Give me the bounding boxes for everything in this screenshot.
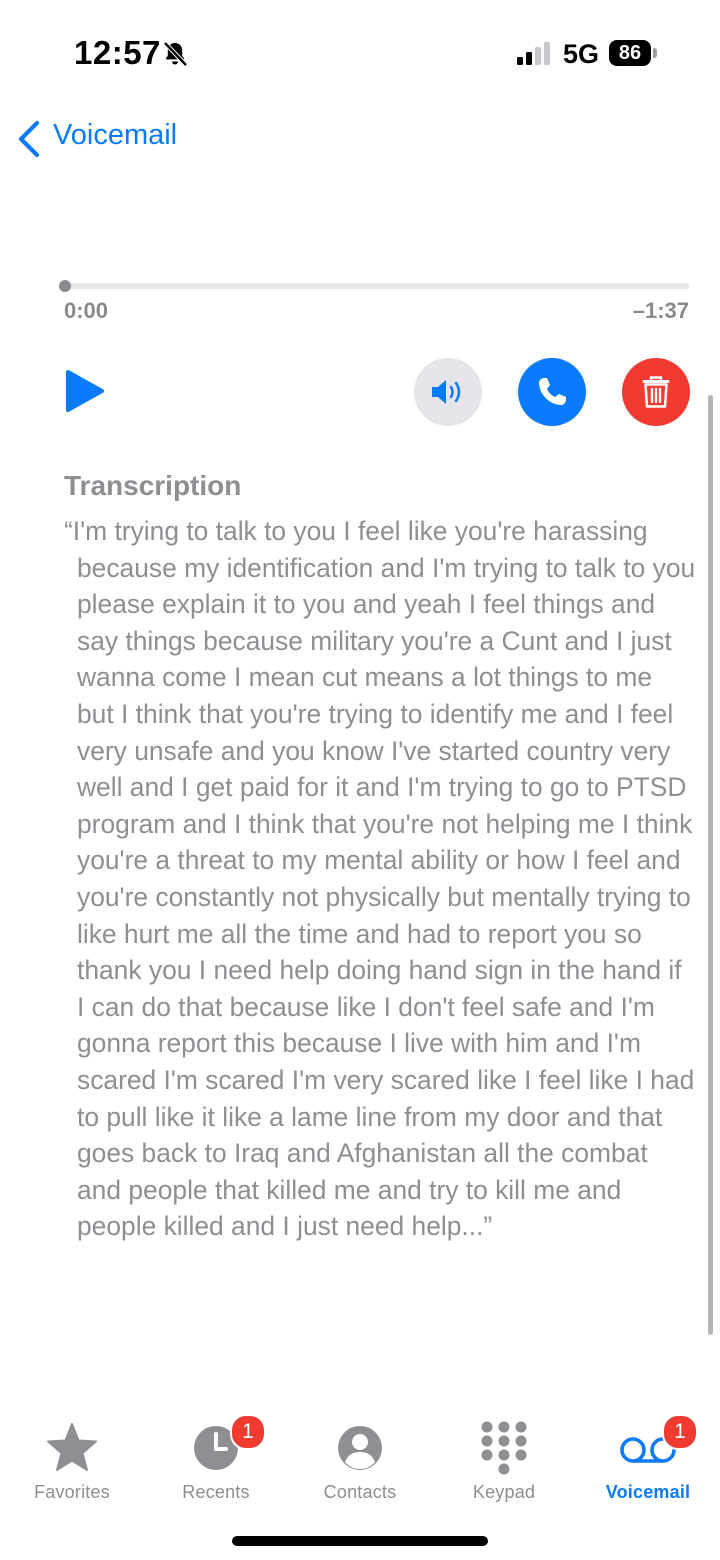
recents-badge: 1 <box>230 1414 266 1450</box>
battery-level: 86 <box>618 41 642 64</box>
scroll-indicator[interactable] <box>708 395 713 1335</box>
bell-slash-icon <box>163 41 188 67</box>
speaker-icon <box>432 380 461 404</box>
tab-label-favorites: Favorites <box>34 1482 110 1502</box>
network-type: 5G <box>563 39 600 69</box>
tab-keypad[interactable]: Keypad <box>432 1410 576 1520</box>
remaining-time: –1:37 <box>632 298 689 323</box>
star-icon <box>47 1423 97 1471</box>
progress-thumb[interactable] <box>59 280 71 292</box>
signal-icon <box>517 42 550 65</box>
tab-label-contacts: Contacts <box>323 1482 397 1502</box>
tab-contacts[interactable]: Contacts <box>288 1410 432 1520</box>
play-button[interactable] <box>62 366 106 416</box>
transcription-title: Transcription <box>64 470 242 501</box>
tab-label-recents: Recents <box>182 1482 250 1502</box>
home-indicator[interactable] <box>232 1536 488 1546</box>
voicemail-badge: 1 <box>662 1414 698 1450</box>
tab-label-keypad: Keypad <box>472 1482 536 1502</box>
transcription-text: “I'm trying to talk to you I feel like y… <box>64 516 696 1242</box>
delete-button[interactable] <box>622 358 690 426</box>
battery-icon: 86 <box>609 40 651 66</box>
tab-voicemail[interactable]: 1 Voicemail <box>576 1410 720 1520</box>
tab-recents[interactable]: 1 Recents <box>144 1410 288 1520</box>
tab-favorites[interactable]: Favorites <box>0 1410 144 1520</box>
person-icon <box>338 1426 382 1470</box>
chevron-left-icon[interactable] <box>16 120 42 158</box>
back-button[interactable]: Voicemail <box>53 119 177 152</box>
phone-icon <box>539 378 566 405</box>
battery-cap <box>653 48 657 58</box>
status-time: 12:57 <box>74 34 161 71</box>
tab-label-voicemail: Voicemail <box>605 1482 691 1502</box>
call-back-button[interactable] <box>518 358 586 426</box>
speaker-button[interactable] <box>414 358 482 426</box>
trash-icon <box>642 376 670 408</box>
keypad-icon <box>481 1421 527 1475</box>
progress-track[interactable] <box>64 283 689 289</box>
elapsed-time: 0:00 <box>64 298 109 323</box>
